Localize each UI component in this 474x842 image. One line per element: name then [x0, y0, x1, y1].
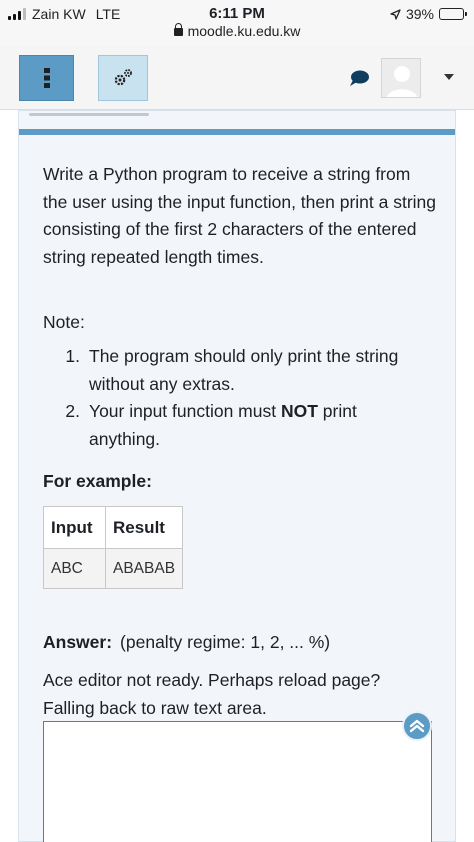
answer-label: Answer: [43, 632, 113, 652]
answer-heading: Answer: (penalty regime: 1, 2, ... %) [43, 632, 330, 653]
example-table: Input Result ABC ABABAB [43, 506, 184, 589]
battery-icon [439, 8, 467, 20]
battery-status: 39% [390, 6, 467, 22]
flag-question-remnant [29, 111, 159, 118]
table-row: ABC ABABAB [43, 548, 184, 589]
gears-icon [114, 69, 132, 86]
column-header-input: Input [43, 506, 106, 549]
answer-textarea[interactable] [43, 721, 432, 842]
url-text: moodle.ku.edu.kw [187, 23, 301, 39]
ace-editor-message: Ace editor not ready. Perhaps reload pag… [43, 670, 381, 718]
table-cell-result: ABABAB [104, 548, 184, 589]
emphasis-not: NOT [280, 401, 318, 421]
battery-percent: 39% [405, 6, 434, 22]
lock-icon [173, 23, 183, 36]
user-menu-caret-icon[interactable] [444, 74, 454, 80]
for-example-heading: For example: [43, 471, 152, 491]
status-bar: Zain KW LTE 6:11 PM moodle.ku.edu.kw 39% [0, 0, 474, 46]
card-accent-bar [19, 129, 455, 135]
top-navbar [0, 46, 474, 110]
settings-button[interactable] [98, 55, 148, 101]
penalty-regime: (penalty regime: 1, 2, ... %) [120, 632, 331, 652]
question-text: Write a Python program to receive a stri… [43, 164, 437, 267]
list-item: 2. Your input function must NOT print an… [65, 401, 357, 449]
requirements-list: 1. The program should only print the str… [43, 343, 443, 453]
menu-toggle-button[interactable] [19, 55, 74, 101]
chat-bubble-icon[interactable] [349, 69, 369, 87]
scroll-to-top-button[interactable] [402, 711, 432, 741]
user-silhouette-icon [382, 59, 420, 97]
note-label: Note: [43, 312, 85, 332]
question-card: Write a Python program to receive a stri… [18, 110, 456, 842]
location-arrow-icon [390, 8, 401, 20]
table-cell-input: ABC [43, 548, 106, 589]
user-avatar[interactable] [381, 58, 421, 98]
hamburger-icon [43, 68, 50, 88]
column-header-result: Result [104, 506, 184, 549]
double-chevron-up-icon [409, 719, 425, 733]
list-item: 1. The program should only print the str… [65, 346, 399, 394]
address-bar[interactable]: moodle.ku.edu.kw [0, 23, 474, 39]
